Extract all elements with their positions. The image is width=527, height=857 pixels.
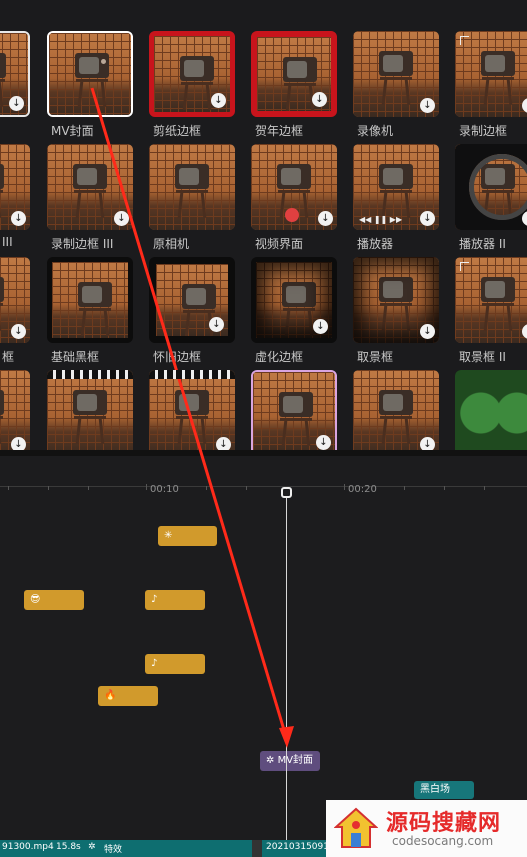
hangup-icon [285,208,299,222]
effect-tile-viewfinder[interactable]: ↓ [353,257,439,343]
download-icon[interactable]: ↓ [313,319,328,334]
player-controls-icon: ◀◀ ❚❚ ▶▶ [359,215,403,224]
annotation-arrow [90,87,294,748]
effect-tile-blur-frame[interactable]: ↓ [251,257,337,343]
download-icon[interactable]: ↓ [420,324,435,339]
